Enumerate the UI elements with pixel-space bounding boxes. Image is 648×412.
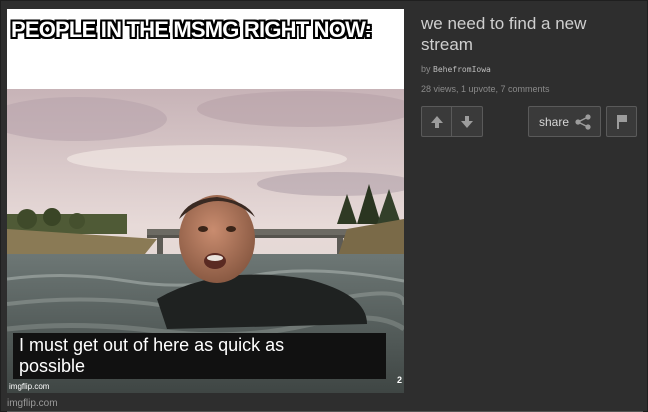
- page-frame: PEOPLE IN THE MSMG RIGHT NOW: I must get…: [0, 0, 648, 412]
- post-byline: by BehefromIowa: [421, 64, 491, 74]
- meme-image[interactable]: PEOPLE IN THE MSMG RIGHT NOW: I must get…: [7, 9, 404, 393]
- meme-subtitle-line1: I must get out of here as quick as: [19, 335, 285, 355]
- post-title: we need to find a new stream: [421, 14, 587, 54]
- share-label: share: [539, 115, 570, 129]
- downvote-button[interactable]: [452, 106, 483, 137]
- author-link[interactable]: BehefromIowa: [433, 65, 491, 74]
- meme-subtitle-line2: possible: [19, 356, 86, 376]
- upvote-button[interactable]: [421, 106, 452, 137]
- meme-subtitle-box: I must get out of here as quick as possi…: [13, 333, 386, 379]
- arrow-up-icon: [431, 116, 443, 128]
- meme-photo: I must get out of here as quick as possi…: [7, 89, 404, 393]
- meme-top-text: PEOPLE IN THE MSMG RIGHT NOW:: [11, 17, 372, 42]
- flag-button[interactable]: [606, 106, 637, 137]
- meme-subtitle: I must get out of here as quick as possi…: [19, 335, 380, 377]
- share-button[interactable]: share: [528, 106, 601, 137]
- byline-prefix: by: [421, 64, 431, 74]
- meme-corner-mark: 2: [396, 375, 402, 385]
- flag-icon: [617, 115, 627, 129]
- share-icon: [575, 114, 591, 130]
- meme-caption-bar: PEOPLE IN THE MSMG RIGHT NOW:: [7, 9, 404, 89]
- meme-watermark: imgflip.com: [9, 382, 50, 391]
- arrow-down-icon: [461, 116, 473, 128]
- site-watermark: imgflip.com: [7, 398, 58, 409]
- post-stats: 28 views, 1 upvote, 7 comments: [421, 84, 550, 94]
